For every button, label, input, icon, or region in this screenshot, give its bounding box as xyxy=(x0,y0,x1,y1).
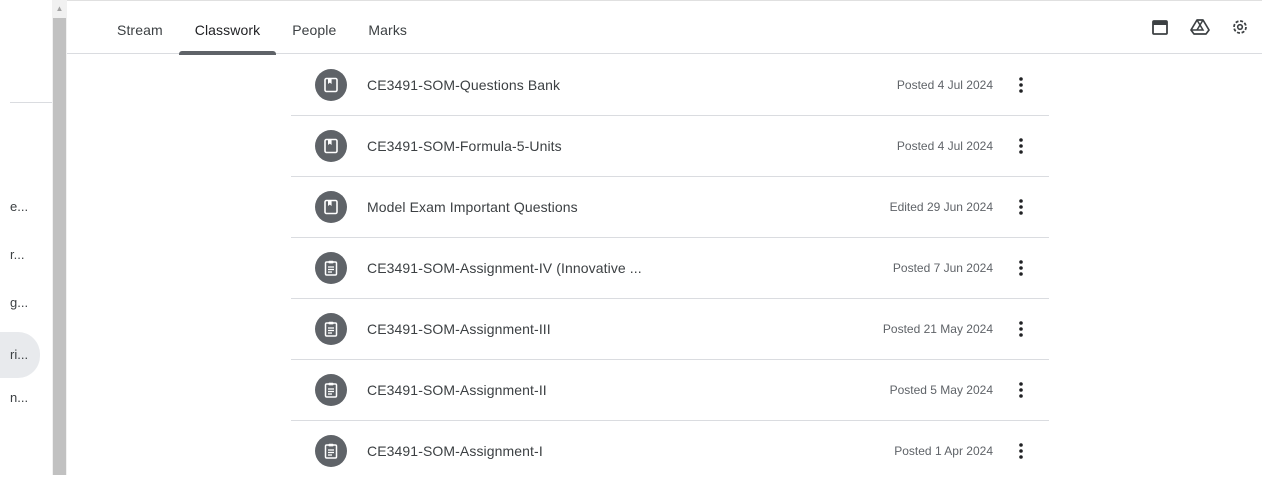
classwork-item[interactable]: CE3491-SOM-Assignment-III Posted 21 May … xyxy=(291,299,1049,360)
scrollbar-thumb[interactable] xyxy=(53,18,66,475)
material-icon xyxy=(315,130,347,162)
classwork-item-date: Posted 7 Jun 2024 xyxy=(892,261,993,275)
tab-stream[interactable]: Stream xyxy=(101,1,179,54)
classwork-item[interactable]: Model Exam Important Questions Edited 29… xyxy=(291,177,1049,238)
assignment-icon xyxy=(315,435,347,467)
classwork-list: CE3491-SOM-Questions Bank Posted 4 Jul 2… xyxy=(291,55,1049,481)
drawer-class-item[interactable]: e... xyxy=(10,193,52,221)
assignment-icon xyxy=(315,313,347,345)
drawer-class-item-active[interactable]: ri... xyxy=(0,332,40,378)
more-vert-icon[interactable] xyxy=(1009,252,1033,284)
drive-button[interactable] xyxy=(1184,11,1216,43)
tab-classwork[interactable]: Classwork xyxy=(178,1,277,55)
classwork-item[interactable]: CE3491-SOM-Assignment-II Posted 5 May 20… xyxy=(291,360,1049,421)
settings-button[interactable] xyxy=(1224,11,1256,43)
tab-marks[interactable]: Marks xyxy=(352,1,423,54)
classwork-item-title[interactable]: Model Exam Important Questions xyxy=(367,177,578,237)
classwork-item[interactable]: CE3491-SOM-Assignment-I Posted 1 Apr 202… xyxy=(291,421,1049,481)
more-vert-icon[interactable] xyxy=(1009,130,1033,162)
drawer-class-item[interactable]: r... xyxy=(10,241,52,269)
drive-icon xyxy=(1190,19,1210,35)
more-vert-icon[interactable] xyxy=(1009,435,1033,467)
scroll-up-arrow-icon[interactable]: ▲ xyxy=(52,0,67,17)
tabs: Stream Classwork People Marks xyxy=(101,1,423,55)
class-tab-bar: Stream Classwork People Marks xyxy=(67,0,1262,55)
classwork-item-title[interactable]: CE3491-SOM-Assignment-I xyxy=(367,421,543,481)
drawer-class-item[interactable]: n... xyxy=(10,384,52,412)
settings-icon xyxy=(1233,20,1247,34)
toolbar-icons xyxy=(1144,11,1256,43)
more-vert-icon[interactable] xyxy=(1009,374,1033,406)
drawer-class-item[interactable]: g... xyxy=(10,289,52,317)
drawer-scrollbar[interactable]: ▲ xyxy=(52,0,67,475)
more-vert-icon[interactable] xyxy=(1009,69,1033,101)
classwork-item-title[interactable]: CE3491-SOM-Assignment-IV (Innovative ... xyxy=(367,238,642,298)
classwork-item-date: Posted 5 May 2024 xyxy=(889,383,993,397)
classwork-item-date: Posted 4 Jul 2024 xyxy=(896,139,993,153)
classwork-item-date: Posted 1 Apr 2024 xyxy=(894,444,993,458)
more-vert-icon[interactable] xyxy=(1009,191,1033,223)
calendar-button[interactable] xyxy=(1144,11,1176,43)
material-icon xyxy=(315,191,347,223)
classwork-item-date: Posted 21 May 2024 xyxy=(882,322,993,336)
more-vert-icon[interactable] xyxy=(1009,313,1033,345)
classwork-item[interactable]: CE3491-SOM-Questions Bank Posted 4 Jul 2… xyxy=(291,55,1049,116)
tab-people[interactable]: People xyxy=(276,1,352,54)
classwork-item-title[interactable]: CE3491-SOM-Formula-5-Units xyxy=(367,116,562,176)
classwork-item-title[interactable]: CE3491-SOM-Questions Bank xyxy=(367,55,560,115)
drawer-divider xyxy=(10,102,52,103)
classwork-item[interactable]: CE3491-SOM-Assignment-IV (Innovative ...… xyxy=(291,238,1049,299)
classwork-item-date: Edited 29 Jun 2024 xyxy=(889,200,993,214)
classwork-item-date: Posted 4 Jul 2024 xyxy=(896,78,993,92)
classwork-item[interactable]: CE3491-SOM-Formula-5-Units Posted 4 Jul … xyxy=(291,116,1049,177)
assignment-icon xyxy=(315,374,347,406)
material-icon xyxy=(315,69,347,101)
navigation-drawer: e... r... g... ri... n... xyxy=(0,0,52,475)
classwork-item-title[interactable]: CE3491-SOM-Assignment-III xyxy=(367,299,551,359)
assignment-icon xyxy=(315,252,347,284)
calendar-icon xyxy=(1152,20,1168,35)
classwork-item-title[interactable]: CE3491-SOM-Assignment-II xyxy=(367,360,547,420)
